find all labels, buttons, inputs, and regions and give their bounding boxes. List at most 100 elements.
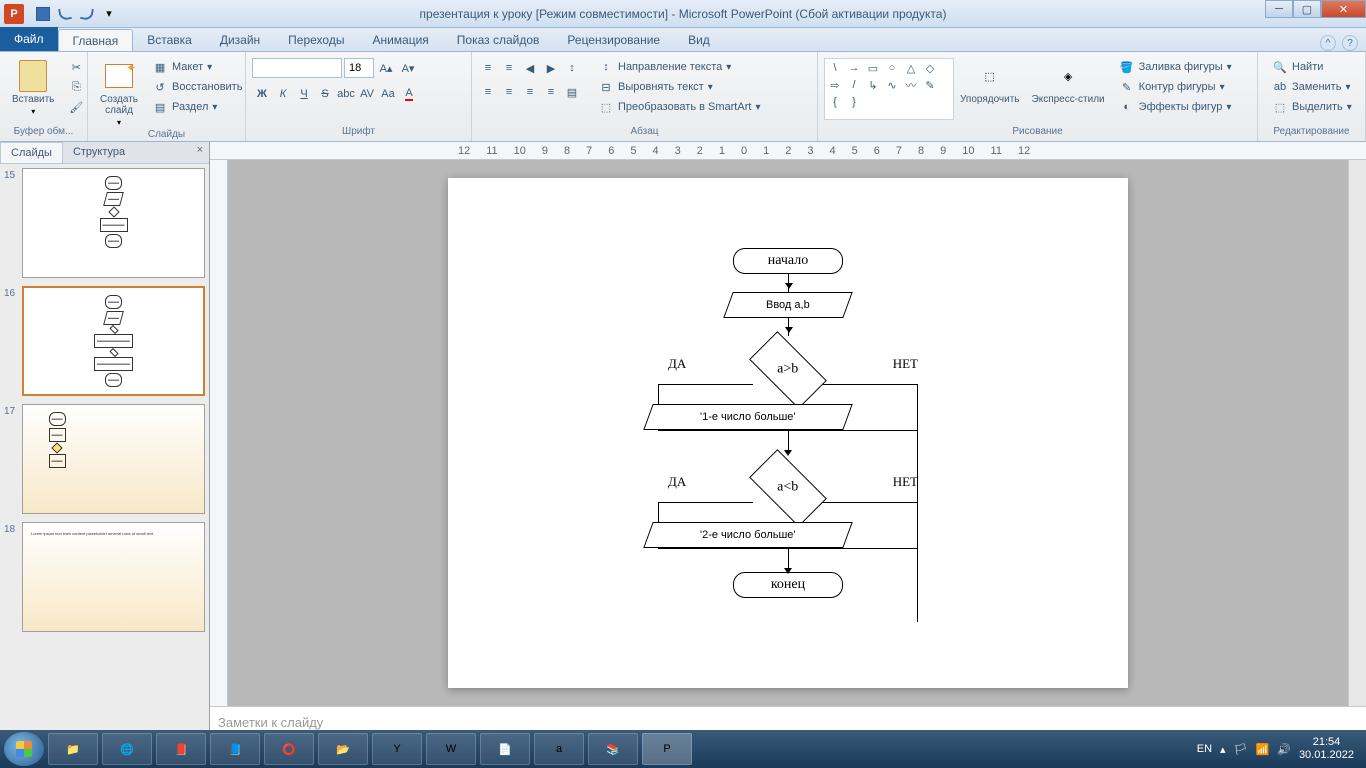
font-name-input[interactable] (252, 58, 342, 78)
justify-button[interactable]: ≡ (541, 82, 561, 102)
taskbar-pdf[interactable]: 📄 (480, 733, 530, 765)
replace-button[interactable]: abЗаменить ▾ (1268, 78, 1356, 96)
shapes-gallery[interactable]: \ → ▭ ○ △ ◇ ⇨ / ↳ ∿ 〰 ✎ { } (824, 58, 954, 120)
quick-styles-button[interactable]: ◈ Экспресс-стили (1026, 58, 1111, 107)
shape-triangle-icon[interactable]: △ (903, 61, 919, 75)
arrange-button[interactable]: ⬚ Упорядочить (954, 58, 1026, 107)
shape-line2-icon[interactable]: / (846, 78, 862, 92)
font-color-button[interactable]: A (399, 84, 419, 104)
shape-rect-icon[interactable]: ▭ (865, 61, 881, 75)
italic-button[interactable]: К (273, 84, 293, 104)
tray-flag-icon[interactable]: 🏳 (1234, 743, 1248, 756)
panel-tab-slides[interactable]: Слайды (0, 142, 63, 163)
slide-canvas[interactable]: начало Ввод a,b ДА НЕТ a>b (228, 160, 1348, 706)
paste-button[interactable]: Вставить ▾ (6, 58, 60, 118)
tray-clock[interactable]: 21:54 30.01.2022 (1299, 736, 1354, 762)
shape-oval-icon[interactable]: ○ (884, 61, 900, 75)
shape-outline-button[interactable]: ✎Контур фигуры ▾ (1115, 78, 1236, 96)
taskbar-folder[interactable]: 📂 (318, 733, 368, 765)
tab-insert[interactable]: Вставка (133, 29, 206, 51)
numbering-button[interactable]: ≡ (499, 58, 519, 78)
layout-button[interactable]: ▦Макет ▾ (148, 58, 246, 76)
align-right-button[interactable]: ≡ (520, 82, 540, 102)
tab-view[interactable]: Вид (674, 29, 724, 51)
redo-button[interactable] (78, 5, 96, 23)
close-button[interactable]: ✕ (1321, 0, 1366, 18)
select-button[interactable]: ⬚Выделить ▾ (1268, 98, 1356, 116)
font-size-input[interactable]: 18 (344, 58, 374, 78)
minimize-button[interactable]: ─ (1265, 0, 1293, 18)
tab-transitions[interactable]: Переходы (274, 29, 358, 51)
taskbar-ie[interactable]: 🌐 (102, 733, 152, 765)
taskbar-chrome[interactable]: ⭕ (264, 733, 314, 765)
shape-fill-button[interactable]: 🪣Заливка фигуры ▾ (1115, 58, 1236, 76)
flowchart-input[interactable]: Ввод a,b (723, 292, 852, 318)
panel-close-icon[interactable]: × (191, 142, 209, 163)
tab-review[interactable]: Рецензирование (553, 29, 674, 51)
flowchart-decision-2[interactable]: a<b (749, 449, 827, 527)
shape-scribble-icon[interactable]: ✎ (922, 78, 938, 92)
spacing-button[interactable]: AV (357, 84, 377, 104)
start-button[interactable] (4, 732, 44, 766)
shape-arrow-icon[interactable]: → (846, 61, 862, 75)
shape-brace-icon[interactable]: { (827, 95, 843, 109)
case-button[interactable]: Aa (378, 84, 398, 104)
find-button[interactable]: 🔍Найти (1268, 58, 1356, 76)
bullets-button[interactable]: ≡ (478, 58, 498, 78)
cut-button[interactable]: ✂ (64, 58, 88, 76)
text-direction-button[interactable]: ↕Направление текста ▾ (594, 58, 764, 76)
shape-effects-button[interactable]: ◐Эффекты фигур ▾ (1115, 98, 1236, 116)
shadow-button[interactable]: abc (336, 84, 356, 104)
shape-arrow2-icon[interactable]: ⇨ (827, 78, 843, 92)
taskbar-app1[interactable]: 📕 (156, 733, 206, 765)
decrease-indent-button[interactable]: ◀ (520, 58, 540, 78)
flowchart-start[interactable]: начало (733, 248, 843, 274)
align-text-button[interactable]: ⊟Выровнять текст ▾ (594, 78, 764, 96)
underline-button[interactable]: Ч (294, 84, 314, 104)
flowchart-process-2[interactable]: '2-е число больше' (643, 522, 852, 548)
tray-network-icon[interactable]: 📶 (1256, 743, 1270, 756)
flowchart-decision-1[interactable]: a>b (749, 331, 827, 409)
decrease-font-icon[interactable]: A▾ (398, 58, 418, 78)
bold-button[interactable]: Ж (252, 84, 272, 104)
panel-tab-outline[interactable]: Структура (63, 142, 135, 163)
taskbar-explorer[interactable]: 📁 (48, 733, 98, 765)
tab-design[interactable]: Дизайн (206, 29, 274, 51)
taskbar-app3[interactable]: a (534, 733, 584, 765)
tab-animations[interactable]: Анимация (358, 29, 442, 51)
tab-file[interactable]: Файл (0, 27, 58, 51)
shape-conn-icon[interactable]: ↳ (865, 78, 881, 92)
shape-diamond-icon[interactable]: ◇ (922, 61, 938, 75)
strikethrough-button[interactable]: S (315, 84, 335, 104)
slide[interactable]: начало Ввод a,b ДА НЕТ a>b (448, 178, 1128, 688)
shape-brace2-icon[interactable]: } (846, 95, 862, 109)
flowchart-process-1[interactable]: '1-е число больше' (643, 404, 852, 430)
tray-up-icon[interactable]: ▴ (1220, 743, 1226, 756)
thumbnail-17[interactable]: ——— (22, 404, 205, 514)
shape-curve-icon[interactable]: ∿ (884, 78, 900, 92)
tray-volume-icon[interactable]: 🔊 (1277, 743, 1291, 756)
tab-slideshow[interactable]: Показ слайдов (443, 29, 554, 51)
taskbar-powerpoint[interactable]: P (642, 733, 692, 765)
shape-free-icon[interactable]: 〰 (903, 78, 919, 92)
thumbnail-16[interactable]: ————————— (22, 286, 205, 396)
align-left-button[interactable]: ≡ (478, 82, 498, 102)
smartart-button[interactable]: ⬚Преобразовать в SmartArt ▾ (594, 98, 764, 116)
undo-button[interactable] (56, 5, 74, 23)
save-button[interactable] (34, 5, 52, 23)
tray-lang[interactable]: EN (1197, 743, 1212, 755)
taskbar-yandex[interactable]: Y (372, 733, 422, 765)
line-spacing-button[interactable]: ↕ (562, 58, 582, 78)
columns-button[interactable]: ▤ (562, 82, 582, 102)
format-painter-button[interactable]: 🖌 (64, 98, 88, 116)
shape-line-icon[interactable]: \ (827, 61, 843, 75)
qat-dropdown[interactable]: ▾ (100, 5, 118, 23)
thumbnail-18[interactable]: Lorem ipsum text lines content placehold… (22, 522, 205, 632)
thumbnail-15[interactable]: ————— (22, 168, 205, 278)
reset-button[interactable]: ↺Восстановить (148, 78, 246, 96)
vertical-scrollbar[interactable] (1348, 160, 1366, 706)
new-slide-button[interactable]: Создать слайд ▾ (94, 58, 144, 129)
increase-indent-button[interactable]: ▶ (541, 58, 561, 78)
taskbar-winrar[interactable]: 📚 (588, 733, 638, 765)
copy-button[interactable]: ⎘ (64, 78, 88, 96)
